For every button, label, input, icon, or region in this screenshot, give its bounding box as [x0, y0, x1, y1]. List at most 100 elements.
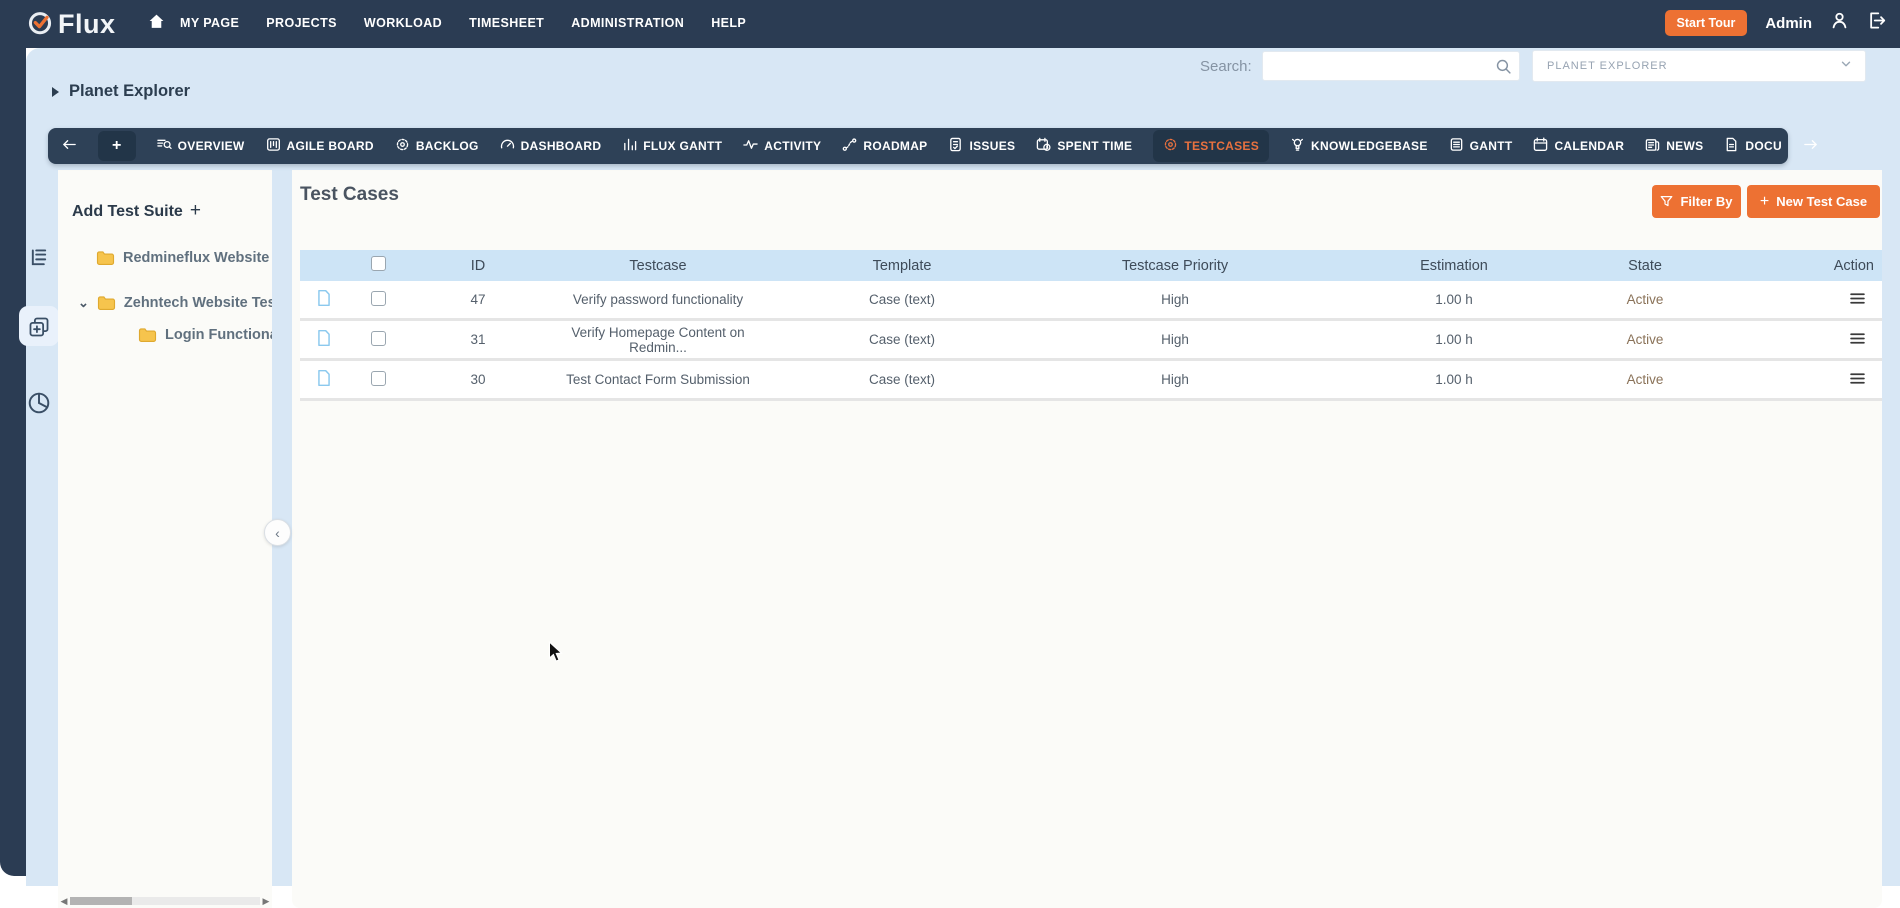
tab-overview[interactable]: OVERVIEW [157, 137, 245, 155]
row-actions-menu-icon[interactable] [1696, 291, 1882, 309]
search-icon[interactable] [1495, 58, 1512, 80]
page-title: Test Cases [300, 184, 399, 206]
cell-id: 30 [408, 372, 548, 387]
project-selector-dropdown[interactable]: PLANET EXPLORER [1532, 50, 1866, 82]
search-input[interactable] [1269, 52, 1484, 80]
cell-template: Case (text) [768, 332, 1036, 347]
user-name[interactable]: Admin [1765, 15, 1812, 32]
tab-label: AGILE BOARD [287, 139, 374, 153]
project-title-arrow-icon [52, 87, 59, 97]
tabs-scroll-right-button[interactable] [1803, 137, 1818, 155]
dashboard-icon [500, 137, 515, 155]
column-header-testcase-priority[interactable]: Testcase Priority [1036, 258, 1314, 274]
flux-gantt-icon [622, 137, 637, 155]
tab-knowledgebase[interactable]: KNOWLEDGEBASE [1290, 137, 1428, 155]
tab-label: ISSUES [969, 139, 1015, 153]
row-actions-menu-icon[interactable] [1696, 371, 1882, 389]
tab-label: DASHBOARD [521, 139, 602, 153]
tab-label: SPENT TIME [1057, 139, 1132, 153]
testcase-doc-icon[interactable] [300, 329, 348, 350]
column-header-state[interactable]: State [1594, 258, 1696, 274]
test-suite-tree-icon[interactable] [28, 247, 50, 274]
folder-icon [138, 327, 157, 343]
cell-testcase[interactable]: Verify password functionality [548, 292, 768, 307]
tab-flux-gantt[interactable]: FLUX GANTT [622, 137, 722, 155]
start-tour-button[interactable]: Start Tour [1665, 10, 1748, 36]
plus-icon: + [190, 200, 201, 222]
tab-label: OVERVIEW [178, 139, 245, 153]
new-test-case-button[interactable]: + New Test Case [1747, 185, 1880, 218]
scroll-right-icon[interactable]: ▶ [260, 896, 272, 907]
project-title-text: Planet Explorer [69, 82, 190, 101]
tab-dashboard[interactable]: DASHBOARD [500, 137, 602, 155]
mouse-cursor [548, 641, 563, 668]
cell-testcase[interactable]: Test Contact Form Submission [548, 372, 768, 387]
tree-item[interactable]: Redmineflux Website [96, 250, 269, 266]
project-tab-bar: + OVERVIEW AGILE BOARD BACKLOG DASHBOARD FLUX… [48, 128, 1788, 164]
chevron-expand-icon[interactable]: ⌄ [78, 295, 89, 311]
row-checkbox[interactable] [348, 371, 408, 389]
row-checkbox[interactable] [348, 331, 408, 349]
tab-agile-board[interactable]: AGILE BOARD [266, 137, 374, 155]
column-header-testcase[interactable]: Testcase [548, 258, 768, 274]
table-row[interactable]: 47Verify password functionalityCase (tex… [300, 281, 1882, 321]
table-row[interactable]: 30Test Contact Form SubmissionCase (text… [300, 361, 1882, 401]
tree-item[interactable]: Login Functiona [138, 327, 272, 343]
select-all-checkbox[interactable] [348, 256, 408, 275]
project-title[interactable]: Planet Explorer [52, 82, 190, 101]
tab-roadmap[interactable]: ROADMAP [842, 137, 927, 155]
scrollbar-track[interactable] [70, 897, 260, 905]
copy-test-case-icon[interactable] [28, 316, 50, 343]
column-header-action[interactable]: Action [1696, 258, 1882, 274]
nav-item-timesheet[interactable]: TIMESHEET [469, 16, 544, 30]
tabs-scroll-left-button[interactable] [62, 137, 77, 155]
pie-chart-icon[interactable] [27, 391, 51, 420]
sidebar-collapse-button[interactable]: ‹ [264, 519, 291, 546]
testcase-doc-icon[interactable] [300, 289, 348, 310]
scroll-left-icon[interactable]: ◀ [58, 896, 70, 907]
nav-item-workload[interactable]: WORKLOAD [364, 16, 442, 30]
column-header-id[interactable]: ID [408, 258, 548, 274]
sidebar-horizontal-scrollbar[interactable]: ◀ ▶ [58, 895, 272, 907]
row-actions-menu-icon[interactable] [1696, 331, 1882, 349]
testcase-doc-icon[interactable] [300, 369, 348, 390]
tab-label: KNOWLEDGEBASE [1311, 139, 1428, 153]
tab-activity[interactable]: ACTIVITY [743, 137, 821, 155]
tab-spent-time[interactable]: SPENT TIME [1036, 137, 1132, 155]
nav-item-administration[interactable]: ADMINISTRATION [571, 16, 684, 30]
user-icon[interactable] [1830, 11, 1849, 35]
nav-item-my-page[interactable]: MY PAGE [180, 16, 239, 30]
cell-id: 47 [408, 292, 548, 307]
filter-by-button[interactable]: Filter By [1652, 185, 1741, 218]
home-icon[interactable] [148, 13, 165, 35]
column-header-estimation[interactable]: Estimation [1314, 258, 1594, 274]
cell-template: Case (text) [768, 372, 1036, 387]
nav-item-help[interactable]: HELP [711, 16, 746, 30]
tab-label: NEWS [1666, 139, 1703, 153]
tree-item-label: Redmineflux Website [123, 250, 269, 266]
tab-calendar[interactable]: CALENDAR [1533, 137, 1624, 155]
tab-backlog[interactable]: BACKLOG [395, 137, 479, 155]
column-header-template[interactable]: Template [768, 258, 1036, 274]
add-tab-button[interactable]: + [98, 131, 136, 161]
add-test-suite-button[interactable]: Add Test Suite + [72, 202, 201, 222]
tab-label: BACKLOG [416, 139, 479, 153]
table-row[interactable]: 31Verify Homepage Content on Redmin...Ca… [300, 321, 1882, 361]
tree-item[interactable]: ⌄Zehntech Website Tes [78, 295, 272, 311]
tab-issues[interactable]: ISSUES [948, 137, 1015, 155]
tab-testcases[interactable]: TESTCASES [1153, 130, 1269, 162]
tab-news[interactable]: NEWS [1645, 137, 1703, 155]
app-logo[interactable]: Flux [26, 8, 116, 41]
tab-label: DOCU [1745, 139, 1782, 153]
cell-state: Active [1594, 372, 1696, 387]
navbar-right: Start Tour Admin [1665, 0, 1886, 46]
scrollbar-thumb[interactable] [70, 897, 132, 905]
row-checkbox[interactable] [348, 291, 408, 309]
nav-item-projects[interactable]: PROJECTS [266, 16, 337, 30]
logout-icon[interactable] [1867, 11, 1886, 35]
test-cases-panel: Test Cases Filter By + New Test Case IDT… [292, 170, 1882, 908]
tab-gantt[interactable]: GANTT [1449, 137, 1513, 155]
tab-docu[interactable]: DOCU [1724, 137, 1782, 155]
cell-testcase[interactable]: Verify Homepage Content on Redmin... [548, 325, 768, 355]
top-navbar: Flux MY PAGE PROJECTS WORKLOAD TIMESHEET ADM… [0, 0, 1900, 46]
